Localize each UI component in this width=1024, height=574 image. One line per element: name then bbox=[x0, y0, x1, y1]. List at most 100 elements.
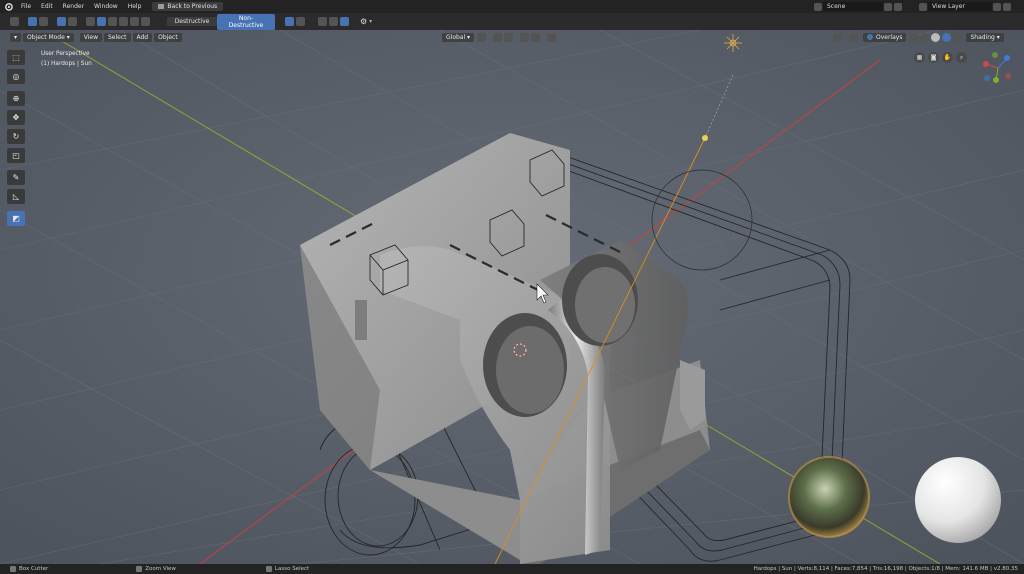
shape-circle-icon[interactable] bbox=[68, 17, 77, 26]
delete-view-layer-icon[interactable] bbox=[1003, 2, 1011, 11]
material-shading-icon[interactable] bbox=[942, 32, 952, 42]
origin-icon[interactable] bbox=[285, 17, 294, 26]
bevel-icon[interactable] bbox=[329, 17, 338, 26]
scene-icon bbox=[814, 2, 822, 11]
menu-select[interactable]: Select bbox=[103, 32, 131, 42]
destructive-button[interactable]: Destructive bbox=[167, 17, 217, 26]
3d-viewport[interactable]: ▾ Object Mode ▾ View Select Add Object G… bbox=[0, 30, 1024, 564]
side-slot bbox=[355, 300, 367, 340]
gizmo-icon[interactable] bbox=[849, 32, 858, 42]
left-action-label: Box Cutter bbox=[19, 566, 49, 572]
editor-type-button[interactable]: ▾ bbox=[10, 32, 22, 42]
move-icon: ✥ bbox=[12, 113, 20, 122]
array-icon[interactable] bbox=[318, 17, 327, 26]
delete-scene-icon[interactable] bbox=[894, 2, 902, 11]
view-layer-field[interactable]: View Layer bbox=[928, 2, 992, 11]
menu-view[interactable]: View bbox=[79, 32, 102, 42]
mouse-middle-icon bbox=[136, 566, 143, 572]
scale-icon: ◰ bbox=[12, 151, 20, 160]
mouse-right-icon bbox=[265, 566, 272, 572]
pen-icon[interactable] bbox=[97, 17, 106, 26]
mode-label: Object Mode bbox=[27, 33, 65, 41]
view-layer-icon bbox=[919, 2, 927, 11]
menu-help[interactable]: Help bbox=[123, 3, 147, 10]
overlays-icon bbox=[867, 34, 873, 40]
menu-render[interactable]: Render bbox=[58, 3, 89, 10]
box-cutter-tool[interactable]: ◩ bbox=[7, 211, 25, 226]
rear-hole-inner bbox=[575, 267, 635, 343]
inset-icon[interactable] bbox=[141, 17, 150, 26]
shading-popover[interactable]: Shading ▾ bbox=[966, 32, 1004, 42]
pivot-icon[interactable] bbox=[477, 32, 487, 42]
overlays-button[interactable]: Overlays bbox=[863, 32, 907, 42]
mode-icon-2[interactable] bbox=[39, 17, 48, 26]
falloff-icon[interactable] bbox=[531, 32, 541, 42]
back-to-previous-button[interactable]: Back to Previous bbox=[152, 2, 224, 11]
measure-icon: ◺ bbox=[12, 192, 20, 201]
editor-type-icon[interactable] bbox=[10, 17, 19, 26]
view-layer-selector[interactable]: View Layer bbox=[918, 2, 1012, 11]
new-view-layer-icon[interactable] bbox=[993, 2, 1001, 11]
toggle-ortho-icon[interactable]: ▦ bbox=[914, 52, 925, 63]
cut-icon[interactable] bbox=[119, 17, 128, 26]
link-icon[interactable] bbox=[547, 32, 557, 42]
annotate-tool[interactable]: ✎ bbox=[7, 170, 25, 185]
scene-field[interactable]: Scene bbox=[823, 2, 883, 11]
cursor-tool[interactable]: ◎ bbox=[7, 69, 25, 84]
move-all-tool[interactable]: ⊕ bbox=[7, 91, 25, 106]
blender-logo-icon[interactable] bbox=[0, 0, 16, 13]
mouse-left-icon bbox=[10, 566, 16, 572]
viewport-info: User Perspective (1) Hardops | Sun bbox=[41, 49, 92, 69]
menu-object[interactable]: Object bbox=[154, 32, 182, 42]
move-tool[interactable]: ✥ bbox=[7, 110, 25, 125]
rotate-tool[interactable]: ↻ bbox=[7, 129, 25, 144]
menu-window[interactable]: Window bbox=[89, 3, 123, 10]
snap-icon[interactable] bbox=[493, 32, 503, 42]
view-object-types-icon[interactable] bbox=[833, 32, 842, 42]
new-scene-icon[interactable] bbox=[884, 2, 892, 11]
settings-gear-icon[interactable]: ⚙ bbox=[360, 17, 367, 26]
non-destructive-button[interactable]: Non-Destructive bbox=[217, 13, 275, 30]
rotate-icon: ↻ bbox=[12, 132, 20, 141]
status-bar: Box Cutter Zoom View Lasso Select Hardop… bbox=[0, 564, 1024, 574]
hardops-header: Destructive Non-Destructive ⚙ ▾ bbox=[0, 13, 1024, 30]
top-bar: File Edit Render Window Help Back to Pre… bbox=[0, 0, 1024, 13]
measure-tool[interactable]: ◺ bbox=[7, 189, 25, 204]
chevron-down-icon[interactable]: ▾ bbox=[369, 18, 372, 25]
camera-view-icon[interactable]: ◙ bbox=[928, 52, 939, 63]
mode-selector[interactable]: Object Mode ▾ bbox=[23, 32, 74, 42]
viewport-header: ▾ Object Mode ▾ View Select Add Object G… bbox=[0, 30, 1024, 44]
back-to-previous-label: Back to Previous bbox=[167, 3, 218, 10]
shading-label: Shading bbox=[970, 33, 995, 41]
proportional-edit-icon[interactable] bbox=[520, 32, 530, 42]
navigation-gizmo[interactable] bbox=[978, 50, 1018, 86]
select-box-tool[interactable]: ⬚ bbox=[7, 50, 25, 65]
select-box-icon: ⬚ bbox=[12, 53, 20, 62]
rendered-shading-icon[interactable] bbox=[953, 32, 963, 42]
scale-tool[interactable]: ◰ bbox=[7, 148, 25, 163]
slice-icon[interactable] bbox=[130, 17, 139, 26]
hdri-diffuse-sphere bbox=[915, 457, 1001, 543]
snap-target-icon[interactable] bbox=[504, 32, 514, 42]
overlays-label: Overlays bbox=[876, 33, 903, 41]
square-icon[interactable] bbox=[296, 17, 305, 26]
pan-hand-icon[interactable]: ✋ bbox=[942, 52, 953, 63]
grid-icon[interactable] bbox=[108, 17, 117, 26]
menu-edit[interactable]: Edit bbox=[36, 3, 58, 10]
solid-shading-icon[interactable] bbox=[931, 32, 941, 42]
front-hole-inner bbox=[496, 326, 564, 414]
menu-file[interactable]: File bbox=[16, 3, 36, 10]
xray-icon[interactable] bbox=[909, 32, 919, 42]
wireframe-shading-icon[interactable] bbox=[920, 32, 930, 42]
transform-orientation-selector[interactable]: Global ▾ bbox=[442, 32, 475, 42]
scene-selector[interactable]: Scene bbox=[813, 2, 903, 11]
right-action-label: Lasso Select bbox=[274, 566, 310, 572]
lock-icon[interactable] bbox=[86, 17, 95, 26]
menu-add[interactable]: Add bbox=[132, 32, 153, 42]
mode-icon-1[interactable] bbox=[28, 17, 37, 26]
screen-icon bbox=[158, 4, 165, 9]
box-cutter-icon: ◩ bbox=[12, 214, 20, 223]
zoom-magnifier-icon[interactable]: ⌕ bbox=[956, 52, 967, 63]
shape-box-icon[interactable] bbox=[57, 17, 66, 26]
mirror-icon[interactable] bbox=[340, 17, 349, 26]
